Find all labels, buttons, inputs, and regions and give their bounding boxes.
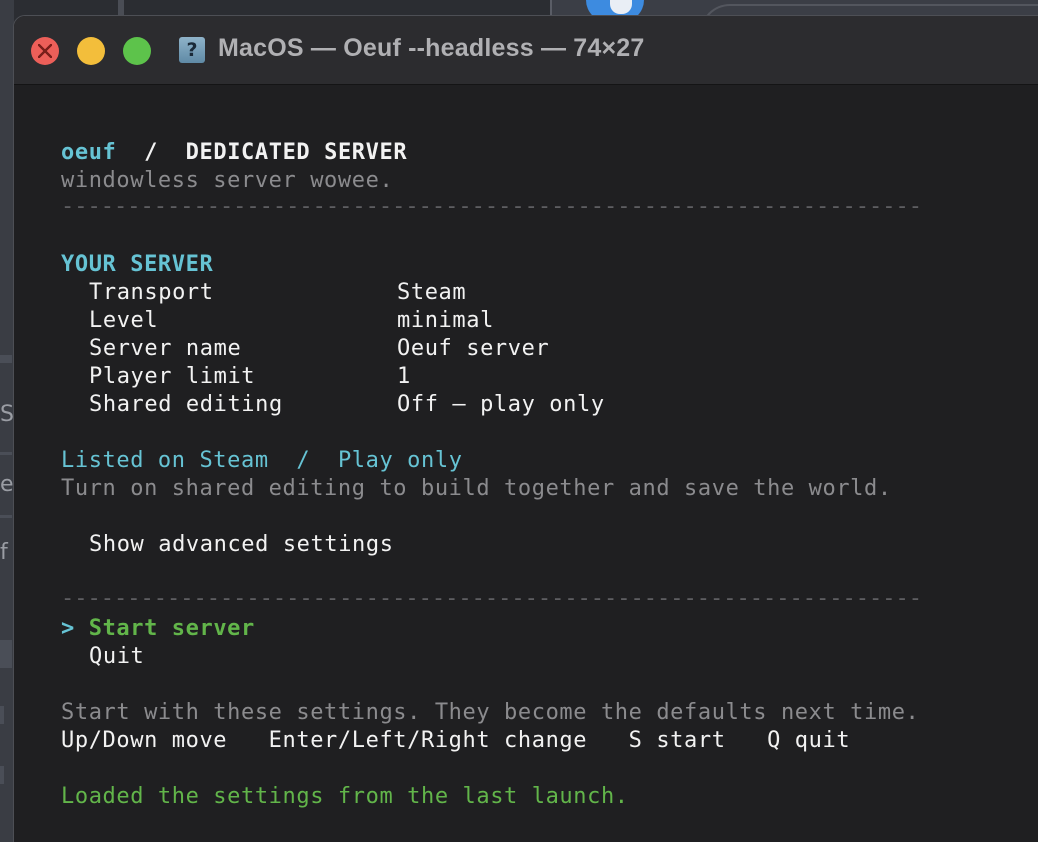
terminal-content[interactable]: oeuf / DEDICATED SERVER windowless serve… (14, 85, 1038, 842)
menu-item-start-server[interactable]: > Start server (61, 615, 255, 643)
status-separator: / (296, 448, 311, 473)
setting-label-transport: Transport (89, 280, 214, 305)
title-bar[interactable]: ? MacOS — Oeuf --headless — 74×27 (14, 16, 1038, 85)
header-separator: / (144, 140, 158, 165)
section-title: DEDICATED SERVER (185, 140, 408, 165)
background-text-fragment: e (0, 472, 14, 497)
setting-value-player-limit[interactable]: 1 (397, 363, 411, 391)
key-hints: Up/Down move Enter/Left/Right change S s… (61, 728, 851, 753)
status-message: Loaded the settings from the last launch… (61, 784, 629, 809)
zoom-button[interactable] (123, 37, 151, 65)
terminal-document-icon: ? (179, 37, 205, 63)
setting-label-level: Level (89, 308, 159, 333)
selection-cursor: > (61, 616, 75, 641)
setting-value-transport[interactable]: Steam (397, 279, 466, 307)
mode-status: Play only (337, 448, 463, 473)
menu-item-label: Start server (88, 616, 255, 641)
desktop: S e f ? MacOS — Oeuf --headless — 74×27 … (0, 0, 1038, 842)
background-fragment (0, 640, 12, 668)
divider: ----------------------------------------… (61, 586, 922, 611)
divider: ----------------------------------------… (61, 194, 922, 219)
background-fragment (0, 452, 12, 455)
setting-value-shared-editing[interactable]: Off — play only (397, 391, 605, 419)
background-fragment (0, 706, 4, 724)
close-button[interactable] (31, 37, 59, 65)
app-header: oeuf / DEDICATED SERVER (61, 139, 407, 167)
terminal-window: ? MacOS — Oeuf --headless — 74×27 oeuf /… (13, 15, 1038, 842)
status-hint: Turn on shared editing to build together… (61, 476, 892, 501)
setting-label-player-limit: Player limit (89, 364, 256, 389)
listing-status-label: Listed on Steam (61, 448, 269, 473)
background-fragment (0, 515, 12, 518)
background-fragment (0, 355, 12, 363)
window-title: MacOS — Oeuf --headless — 74×27 (218, 34, 645, 62)
background-text-fragment: S (0, 402, 14, 427)
background-fragment (0, 766, 4, 784)
setting-value-level[interactable]: minimal (397, 307, 494, 335)
help-description: Start with these settings. They become t… (61, 700, 920, 725)
listing-status: Listed on Steam / Play only (61, 447, 463, 475)
show-advanced-settings[interactable]: Show advanced settings (89, 531, 394, 559)
setting-value-server-name[interactable]: Oeuf server (397, 335, 549, 363)
setting-label-server-name: Server name (89, 336, 242, 361)
setting-label-shared-editing: Shared editing (89, 392, 283, 417)
background-text-fragment: f (0, 540, 8, 565)
tagline: windowless server wowee. (61, 168, 394, 193)
minimize-button[interactable] (77, 37, 105, 65)
menu-item-quit[interactable]: Quit (89, 643, 144, 671)
app-name: oeuf (61, 140, 117, 165)
server-heading: YOUR SERVER (61, 252, 214, 277)
